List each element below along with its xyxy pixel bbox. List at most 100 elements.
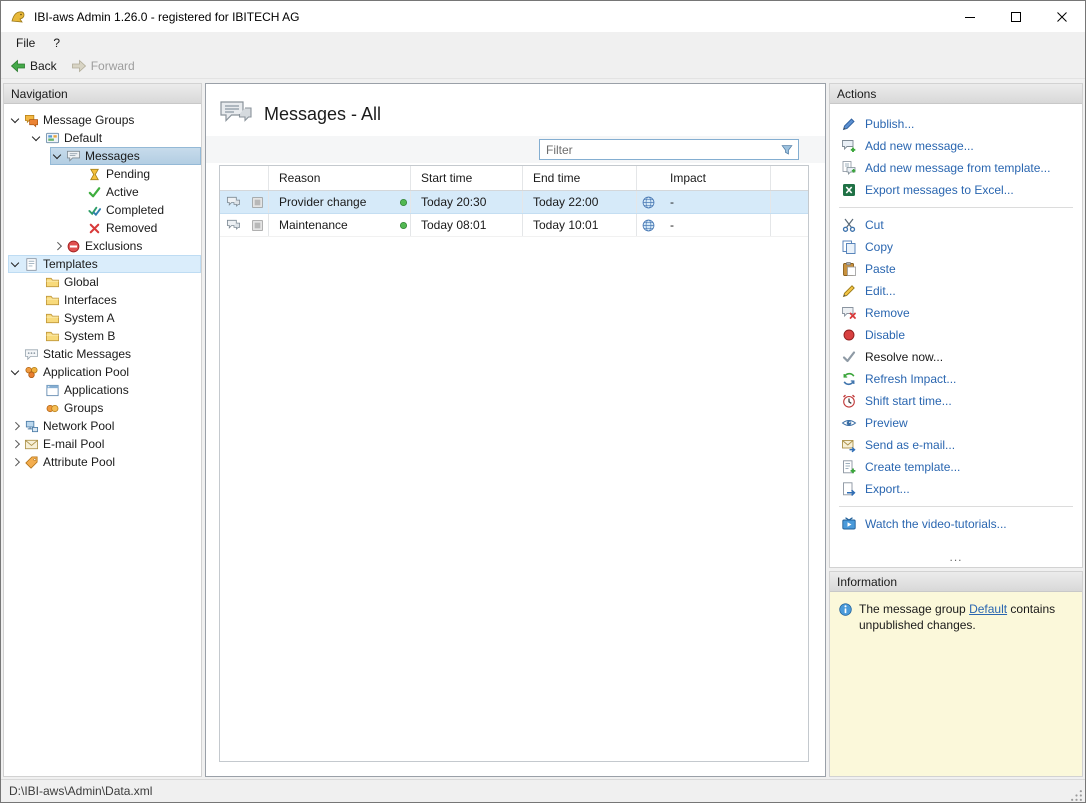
chevron-spacer: [29, 310, 45, 326]
tree-item-system-b[interactable]: System B: [4, 327, 201, 345]
tree-item-label: Network Pool: [43, 419, 119, 433]
action-watch-the-video-tutorials[interactable]: Watch the video-tutorials...: [830, 513, 1082, 535]
chevron-down-icon[interactable]: [8, 256, 24, 272]
action-resolve-now[interactable]: Resolve now...: [830, 346, 1082, 368]
minimize-button[interactable]: [947, 1, 993, 32]
tree-item-static-messages[interactable]: Static Messages: [4, 345, 201, 363]
tree-item-attribute-pool[interactable]: Attribute Pool: [4, 453, 201, 471]
chevron-down-icon[interactable]: [8, 112, 24, 128]
action-create-template[interactable]: Create template...: [830, 456, 1082, 478]
message-checkbox-cell[interactable]: [246, 191, 268, 213]
information-header: Information: [830, 572, 1082, 592]
actions-list: Publish... Add new message... Add new mess…: [830, 104, 1082, 548]
tree-item-removed[interactable]: Removed: [4, 219, 201, 237]
menu-help[interactable]: ?: [44, 32, 69, 54]
action-copy[interactable]: Copy: [830, 236, 1082, 258]
tree-item-label: Applications: [64, 383, 134, 397]
action-paste[interactable]: Paste: [830, 258, 1082, 280]
tree-item-interfaces[interactable]: Interfaces: [4, 291, 201, 309]
action-shift-start-time[interactable]: Shift start time...: [830, 390, 1082, 412]
chevron-right-icon[interactable]: [50, 238, 66, 254]
message-start-time: Today 08:01: [410, 214, 522, 236]
col-impact[interactable]: Impact: [660, 166, 770, 190]
status-green-icon: [398, 197, 409, 208]
action-send-as-e-mail[interactable]: Send as e-mail...: [830, 434, 1082, 456]
chevron-down-icon[interactable]: [8, 364, 24, 380]
action-cut[interactable]: Cut: [830, 214, 1082, 236]
message-status-cell: [396, 214, 410, 236]
tree-item-messages[interactable]: Messages: [4, 147, 201, 165]
tree-item-network-pool[interactable]: Network Pool: [4, 417, 201, 435]
tree-item-application-pool[interactable]: Application Pool: [4, 363, 201, 381]
maximize-icon: [1011, 12, 1021, 22]
status-green-icon: [398, 220, 409, 231]
tree-item-completed[interactable]: Completed: [4, 201, 201, 219]
tree-item-label: Pending: [106, 167, 155, 181]
window-controls: [947, 1, 1085, 32]
action-add-new-message[interactable]: Add new message...: [830, 135, 1082, 157]
group-icon: [45, 131, 60, 146]
chevron-right-icon[interactable]: [8, 436, 24, 452]
action-export[interactable]: Export...: [830, 478, 1082, 500]
action-refresh-impact[interactable]: Refresh Impact...: [830, 368, 1082, 390]
chevron-spacer: [29, 382, 45, 398]
actions-overflow-button[interactable]: ...: [830, 548, 1082, 567]
action-label: Send as e-mail...: [865, 438, 955, 452]
app-logo-icon: [10, 9, 26, 25]
tree-item-groups[interactable]: Groups: [4, 399, 201, 417]
close-button[interactable]: [1039, 1, 1085, 32]
action-edit[interactable]: Edit...: [830, 280, 1082, 302]
action-label: Add new message...: [865, 139, 974, 153]
col-end-time[interactable]: End time: [522, 166, 636, 190]
action-publish[interactable]: Publish...: [830, 113, 1082, 135]
tree-item-default[interactable]: Default: [4, 129, 201, 147]
tree-item-label: Messages: [85, 149, 145, 163]
chevron-right-icon[interactable]: [8, 454, 24, 470]
message-checkbox-cell[interactable]: [246, 214, 268, 236]
main-header: Messages - All: [206, 84, 825, 136]
information-message: The message group Default contains unpub…: [859, 601, 1067, 633]
paste-icon: [841, 261, 857, 277]
cut-icon: [841, 217, 857, 233]
default-group-link[interactable]: Default: [969, 602, 1007, 616]
chevron-down-icon[interactable]: [50, 148, 66, 164]
action-add-new-message-from-template[interactable]: Add new message from template...: [830, 157, 1082, 179]
tree-item-pending[interactable]: Pending: [4, 165, 201, 183]
message-bubble-icon: [226, 195, 241, 210]
navigation-header-label: Navigation: [11, 87, 68, 101]
tree-item-system-a[interactable]: System A: [4, 309, 201, 327]
table-empty-area: [220, 237, 808, 761]
action-preview[interactable]: Preview: [830, 412, 1082, 434]
action-label: Cut: [865, 218, 884, 232]
tree-item-inner: Application Pool: [8, 363, 201, 381]
action-label: Disable: [865, 328, 905, 342]
action-remove[interactable]: Remove: [830, 302, 1082, 324]
filter-input[interactable]: [540, 143, 776, 157]
tree-item-global[interactable]: Global: [4, 273, 201, 291]
tree-item-label: Groups: [64, 401, 108, 415]
tree-item-active[interactable]: Active: [4, 183, 201, 201]
message-row[interactable]: MaintenanceToday 08:01Today 10:01-: [220, 214, 808, 237]
action-export-messages-to-excel[interactable]: Export messages to Excel...: [830, 179, 1082, 201]
tree-item-message-groups[interactable]: Message Groups: [4, 111, 201, 129]
chevron-down-icon[interactable]: [29, 130, 45, 146]
tree-item-exclusions[interactable]: Exclusions: [4, 237, 201, 255]
tree-item-inner: Pending: [71, 165, 201, 183]
add-message-icon: [841, 138, 857, 154]
menu-file[interactable]: File: [7, 32, 44, 54]
tree-item-applications[interactable]: Applications: [4, 381, 201, 399]
action-disable[interactable]: Disable: [830, 324, 1082, 346]
message-row[interactable]: Provider changeToday 20:30Today 22:00-: [220, 191, 808, 214]
filter-strip: [206, 136, 825, 163]
tree-item-templates[interactable]: Templates: [4, 255, 201, 273]
col-impact-icon: [636, 166, 660, 190]
col-start-time[interactable]: Start time: [410, 166, 522, 190]
resize-grip-icon[interactable]: [1070, 789, 1083, 802]
back-button[interactable]: Back: [6, 56, 65, 76]
forward-button[interactable]: Forward: [67, 56, 143, 76]
maximize-button[interactable]: [993, 1, 1039, 32]
tree-item-e-mail-pool[interactable]: E-mail Pool: [4, 435, 201, 453]
chevron-right-icon[interactable]: [8, 418, 24, 434]
col-reason[interactable]: Reason: [268, 166, 396, 190]
filter-funnel-button[interactable]: [776, 140, 798, 159]
